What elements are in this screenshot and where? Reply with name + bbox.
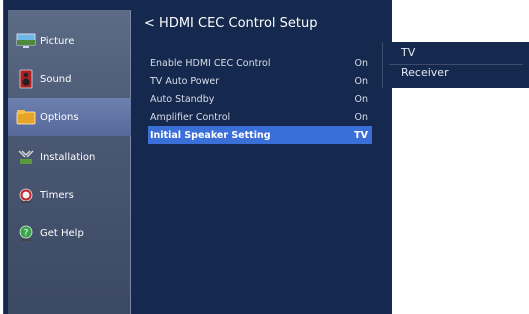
settings-list: Enable HDMI CEC Control On TV Auto Power… [148,54,372,144]
installation-icon [16,147,36,167]
back-arrow[interactable]: < [144,16,155,31]
setting-row-enable-hdmi-cec[interactable]: Enable HDMI CEC Control On [148,54,372,72]
setting-label: Amplifier Control [150,111,231,123]
sidebar-item-label: Picture [40,35,75,47]
tv-menu-panel: Picture Sound Options Installation Timer… [3,0,392,314]
sidebar: Picture Sound Options Installation Timer… [8,10,131,314]
popup-divider [389,64,523,65]
help-icon: ? [16,223,36,243]
speaker-options-popup: TV Receiver [382,42,529,88]
popup-option-tv[interactable]: TV [383,42,529,62]
page-title: < HDMI CEC Control Setup [144,16,317,31]
setting-value: On [354,75,369,87]
options-icon [16,107,36,127]
popup-option-receiver[interactable]: Receiver [383,62,529,82]
setting-value: On [354,93,369,105]
sidebar-item-sound[interactable]: Sound [8,60,131,98]
sidebar-item-timers[interactable]: Timers [8,176,131,214]
alarm-icon [16,185,36,205]
sidebar-item-label: Timers [40,189,74,201]
setting-value: TV [354,129,368,141]
setting-row-amplifier-control[interactable]: Amplifier Control On [148,108,372,126]
svg-text:?: ? [24,229,29,239]
setting-row-auto-standby[interactable]: Auto Standby On [148,90,372,108]
setting-row-initial-speaker[interactable]: Initial Speaker Setting TV [148,126,372,144]
sidebar-item-get-help[interactable]: ? Get Help [8,214,131,252]
sidebar-item-label: Sound [40,73,72,85]
sidebar-item-label: Get Help [40,227,84,239]
sidebar-item-label: Installation [40,151,96,163]
setting-value: On [354,111,369,123]
setting-label: TV Auto Power [150,75,220,87]
setting-label: Auto Standby [150,93,215,105]
sidebar-item-installation[interactable]: Installation [8,138,131,176]
setting-label: Initial Speaker Setting [150,129,271,141]
main-panel: < HDMI CEC Control Setup Enable HDMI CEC… [132,10,394,314]
sidebar-item-label: Options [40,111,79,123]
speaker-icon [16,69,36,89]
sidebar-item-options[interactable]: Options [8,98,131,136]
sidebar-item-picture[interactable]: Picture [8,22,131,60]
page-title-text: HDMI CEC Control Setup [159,16,318,31]
setting-label: Enable HDMI CEC Control [150,57,271,69]
setting-row-tv-auto-power[interactable]: TV Auto Power On [148,72,372,90]
setting-value: On [354,57,369,69]
picture-icon [16,31,36,51]
